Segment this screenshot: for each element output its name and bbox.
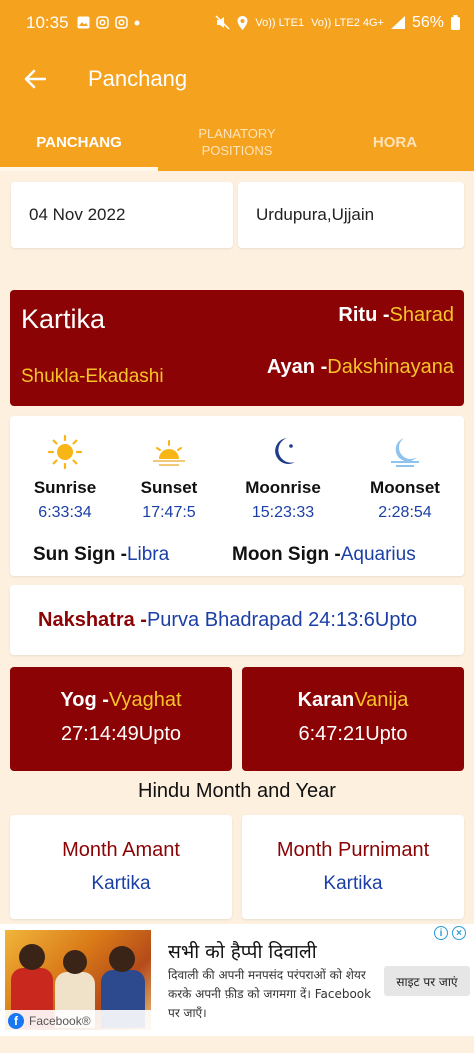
yog-time: 27:14:49Upto: [60, 723, 182, 745]
ayan-row: Ayan -Dakshinayana: [267, 356, 454, 379]
moonrise-icon: [275, 438, 295, 464]
ritu-row: Ritu -Sharad: [338, 304, 454, 327]
sunset-item: Sunset 17:47:5: [114, 432, 224, 522]
instagram-icon-2: [114, 16, 128, 29]
tithi-name: Shukla-Ekadashi: [21, 366, 164, 387]
location-icon: [237, 15, 248, 30]
facebook-icon: f: [8, 1013, 24, 1029]
ad-body: दिवाली की अपनी मनपसंद परंपराओं को शेयर क…: [168, 968, 372, 1020]
sunrise-item: Sunrise 6:33:34: [10, 432, 120, 522]
yog-card: Yog -Vyaghat 27:14:49Upto: [10, 667, 232, 771]
notification-icons: [77, 16, 140, 29]
ritu-value: Sharad: [389, 304, 455, 326]
mute-icon: [215, 15, 230, 30]
page-title: Panchang: [88, 66, 188, 91]
month-card: Kartika Shukla-Ekadashi Ritu -Sharad Aya…: [10, 290, 464, 406]
karan-label: Karan: [297, 689, 355, 711]
month-amant-value: Kartika: [91, 873, 151, 894]
sunset-time: 17:47:5: [142, 504, 196, 521]
month-purnimant-card: Month Purnimant Kartika: [242, 815, 464, 919]
moonrise-time: 15:23:33: [251, 504, 315, 521]
sun-moon-card: Sunrise 6:33:34 Sunset 17:47:5 Moonrise …: [10, 416, 464, 576]
system-icons: Vo)) LTE1 Vo)) LTE2 4G+ 56%: [215, 14, 460, 32]
month-amant-label: Month Amant: [62, 839, 180, 861]
close-icon[interactable]: ×: [452, 926, 466, 940]
status-bar: 10:35 Vo)) LTE1 Vo)) LTE2 4G+ 56%: [0, 0, 474, 45]
battery-percent: 56%: [411, 13, 444, 31]
moonset-time: 2:28:54: [378, 504, 432, 521]
ayan-value: Dakshinayana: [327, 356, 454, 378]
network2-label: Vo)) LTE2 4G+: [311, 16, 384, 29]
back-button[interactable]: [0, 45, 70, 113]
sun-sign-label: Sun Sign -: [33, 544, 127, 565]
date-value: 04 Nov 2022: [29, 205, 126, 224]
info-icon[interactable]: i: [434, 926, 448, 940]
ayan-label: Ayan -: [266, 356, 328, 378]
ad-headline[interactable]: सभी को हैप्पी दिवाली: [168, 938, 317, 964]
sun-sign-row: Sun Sign -Libra: [33, 544, 169, 566]
moonset-icon: [391, 438, 419, 467]
month-name: Kartika: [21, 304, 106, 334]
tab-hora[interactable]: HORA: [316, 113, 474, 171]
battery-icon: [451, 15, 460, 30]
sunrise-time: 6:33:34: [38, 504, 92, 521]
moonrise-label: Moonrise: [245, 478, 321, 497]
network1-label: Vo)) LTE1: [255, 16, 305, 29]
sunrise-label: Sunrise: [33, 478, 97, 497]
tab-planatory-positions[interactable]: PLANATORY POSITIONS: [158, 113, 316, 171]
ad-source: f Facebook®: [5, 1010, 151, 1032]
date-selector[interactable]: 04 Nov 2022: [11, 182, 233, 248]
hindu-month-year-heading: Hindu Month and Year: [138, 780, 336, 802]
tab-panchang[interactable]: PANCHANG: [0, 113, 158, 171]
sunset-icon: [153, 440, 185, 466]
ad-choices[interactable]: i ×: [434, 926, 466, 940]
ritu-label: Ritu -: [338, 304, 390, 326]
ad-cta-button[interactable]: साइट पर जाएं: [384, 966, 470, 996]
karan-value: Vanija: [354, 689, 409, 711]
nakshatra-label: Nakshatra -: [38, 608, 147, 631]
nakshatra-card: Nakshatra - Purva Bhadrapad 24:13:6Upto: [10, 585, 464, 655]
status-time: 10:35: [26, 12, 69, 32]
sunrise-icon: [47, 434, 83, 470]
yog-label: Yog -: [60, 689, 109, 711]
moonset-item: Moonset 2:28:54: [350, 432, 460, 522]
karan-time: 6:47:21Upto: [298, 723, 408, 745]
tab-bar: PANCHANG PLANATORY POSITIONS HORA: [0, 113, 474, 171]
yog-value: Vyaghat: [108, 689, 182, 711]
tab-planatory-label: PLANATORY POSITIONS: [198, 126, 276, 158]
instagram-icon: [95, 16, 109, 29]
moonrise-item: Moonrise 15:23:33: [228, 432, 338, 522]
moonset-label: Moonset: [370, 478, 440, 497]
sunset-label: Sunset: [140, 478, 198, 497]
gallery-icon: [77, 16, 90, 29]
location-value: Urdupura,Ujjain: [256, 205, 375, 224]
month-purnimant-value: Kartika: [323, 873, 383, 894]
karan-title: KaranVanija: [242, 689, 464, 712]
location-selector[interactable]: Urdupura,Ujjain: [238, 182, 464, 248]
month-amant-card: Month Amant Kartika: [10, 815, 232, 919]
nav-bar: [0, 1036, 474, 1053]
ad-source-label: Facebook®: [29, 1014, 91, 1028]
moon-sign-row: Moon Sign -Aquarius: [232, 544, 416, 566]
nakshatra-value: Purva Bhadrapad 24:13:6Upto: [146, 608, 418, 631]
back-arrow-icon: [24, 69, 46, 89]
yog-title: Yog -Vyaghat: [10, 689, 232, 712]
moon-sign-label: Moon Sign -: [232, 544, 341, 565]
signal-icon: [390, 16, 405, 29]
sun-sign-value: Libra: [126, 544, 170, 565]
karan-card: KaranVanija 6:47:21Upto: [242, 667, 464, 771]
dot-icon: [134, 20, 140, 25]
month-purnimant-label: Month Purnimant: [276, 839, 430, 861]
app-bar: Panchang: [0, 45, 474, 113]
ad-banner[interactable]: f Facebook® सभी को हैप्पी दिवाली दिवाली …: [0, 924, 474, 1036]
moon-sign-value: Aquarius: [340, 544, 416, 565]
